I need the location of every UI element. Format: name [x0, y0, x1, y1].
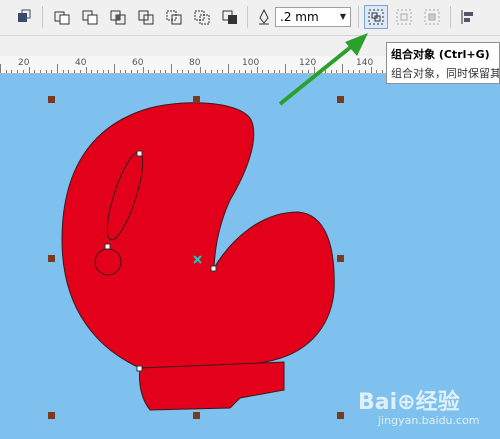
tooltip-title: 组合对象 (Ctrl+G)	[391, 48, 490, 61]
green-arrow-icon	[278, 33, 368, 106]
red-glove-shape	[61, 102, 335, 370]
watermark-url: jingyan.baidu.com	[378, 414, 480, 427]
watermark-logo: Bai⊕经验	[358, 390, 460, 415]
red-cuff-shape	[139, 361, 285, 411]
tooltip-body: 组合对象，同时保留其	[391, 67, 500, 80]
group-tooltip: 组合对象 (Ctrl+G) 组合对象，同时保留其	[386, 42, 500, 84]
